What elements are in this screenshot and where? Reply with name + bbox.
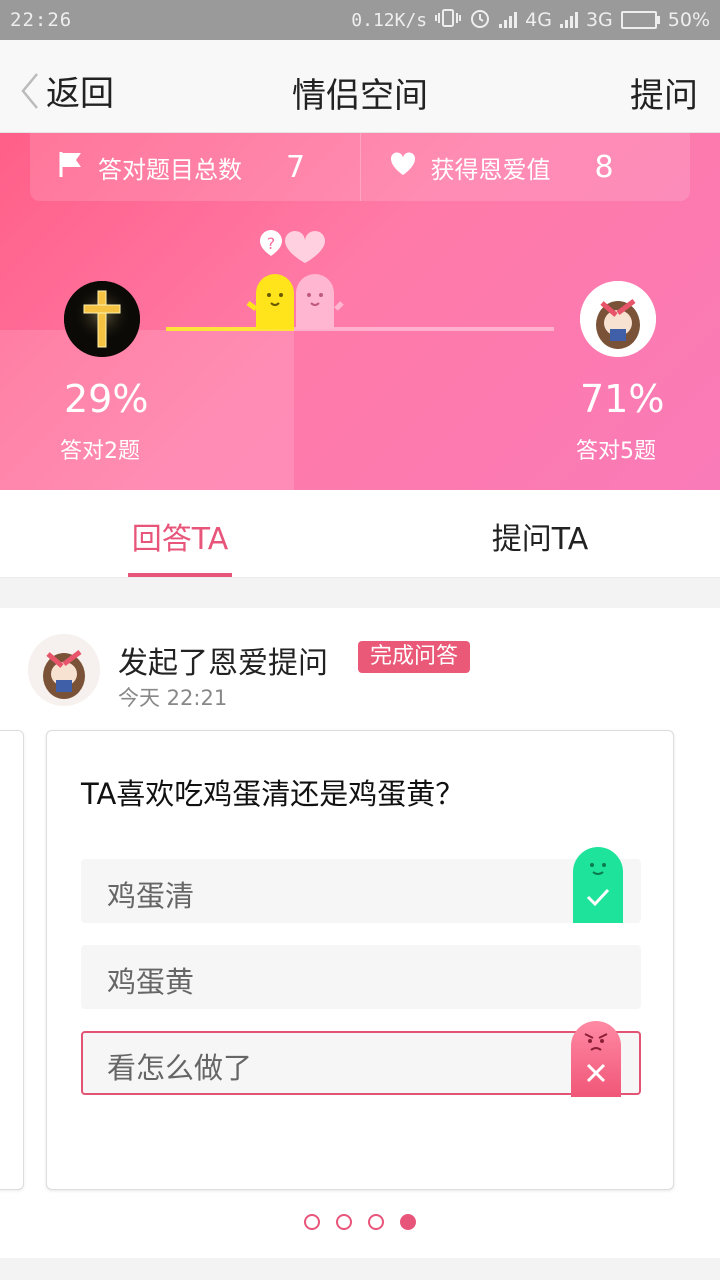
score-header: 答对题目总数 7 获得恩爱值 8 ? 29% 答对2题 71% 答对5题	[0, 133, 720, 490]
alarm-icon	[469, 7, 491, 34]
my-avatar[interactable]	[64, 281, 140, 357]
stat-total-label: 答对题目总数	[98, 155, 242, 184]
battery-percent: 50%	[667, 9, 710, 31]
page-title: 情侣空间	[292, 76, 428, 116]
stat-total: 答对题目总数 7	[30, 133, 360, 201]
option-1[interactable]: 鸡蛋清	[81, 847, 641, 923]
page-dot[interactable]	[368, 1214, 384, 1230]
wrong-icon	[571, 1021, 621, 1097]
right-percent: 71%	[580, 377, 665, 421]
svg-text:?: ?	[267, 234, 276, 253]
signal-icon	[499, 12, 518, 28]
status-bar: 22:26 0.12K/s 4G 3G 50%	[0, 0, 720, 40]
option-2[interactable]: 鸡蛋黄	[81, 945, 641, 1009]
battery-icon	[620, 11, 660, 29]
option-3[interactable]: 看怎么做了	[81, 1021, 641, 1097]
question-card[interactable]: TA喜欢吃鸡蛋清还是鸡蛋黄？ 鸡蛋清 鸡蛋黄 看怎么做了	[46, 730, 674, 1190]
page-dot[interactable]	[304, 1214, 320, 1230]
heart-icon	[389, 151, 417, 183]
left-answered: 答对2题	[60, 439, 140, 464]
stat-total-value: 7	[286, 149, 306, 185]
page-dot[interactable]	[400, 1214, 416, 1230]
option-1-text: 鸡蛋清	[107, 879, 195, 913]
poster-avatar[interactable]	[28, 634, 100, 706]
signal-icon-2	[559, 12, 578, 28]
page-dot[interactable]	[336, 1214, 352, 1230]
correct-icon	[573, 847, 623, 923]
previous-card[interactable]	[0, 730, 24, 1190]
stat-love-label: 获得恩爱值	[430, 155, 551, 184]
question-feed: 发起了恩爱提问 完成问答 今天 22:21 TA喜欢吃鸡蛋清还是鸡蛋黄？ 鸡蛋清…	[0, 608, 720, 1258]
post-action: 发起了恩爱提问	[118, 646, 328, 681]
right-answered: 答对5题	[576, 439, 656, 464]
network-type-1: 4G	[525, 9, 552, 31]
option-3-text: 看怎么做了	[107, 1051, 253, 1085]
tab-answer[interactable]: 回答TA	[0, 490, 360, 577]
option-2-text: 鸡蛋黄	[107, 965, 195, 999]
status-badge: 完成问答	[358, 641, 471, 673]
vibrate-icon	[435, 8, 462, 33]
couple-mascot-icon: ?	[240, 223, 350, 333]
stat-love: 获得恩爱值 8	[359, 133, 691, 201]
status-time: 22:26	[10, 9, 73, 31]
ask-button[interactable]: 提问	[630, 68, 698, 117]
tab-bar: 回答TA 提问TA	[0, 490, 720, 578]
network-type-2: 3G	[585, 9, 613, 31]
flag-icon	[58, 150, 84, 184]
tab-ask[interactable]: 提问TA	[360, 490, 720, 577]
page-indicator	[0, 1214, 720, 1230]
left-percent: 29%	[64, 377, 149, 421]
question-text: TA喜欢吃鸡蛋清还是鸡蛋黄？	[81, 777, 465, 811]
stat-love-value: 8	[594, 149, 614, 185]
partner-avatar[interactable]	[580, 281, 656, 357]
network-speed: 0.12K/s	[351, 9, 428, 31]
post-time: 今天 22:21	[118, 686, 228, 710]
nav-bar: 返回 情侣空间 提问	[0, 40, 720, 133]
stats-panel: 答对题目总数 7 获得恩爱值 8	[30, 133, 690, 201]
